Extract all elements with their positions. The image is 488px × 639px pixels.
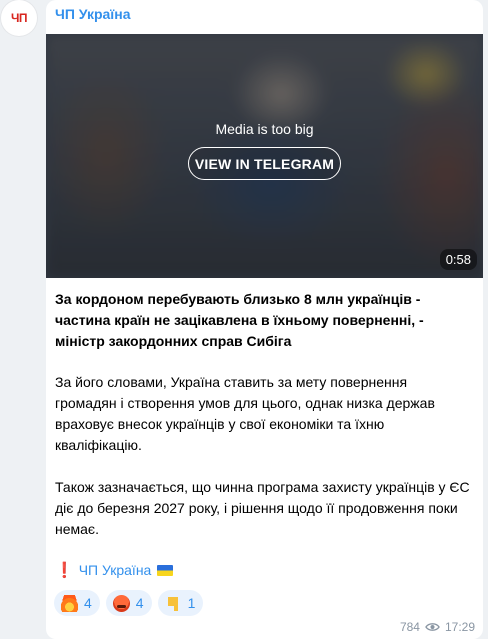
message-meta: 784 17:29 [400, 620, 475, 634]
post-paragraph: Також зазначається, що чинна програма за… [55, 479, 470, 537]
message-time: 17:29 [444, 620, 475, 634]
angry-face-emoji-icon [112, 594, 130, 612]
fire-emoji-icon [61, 594, 78, 612]
post-signature: ❗ ЧП Україна [55, 561, 174, 579]
reaction-count: 4 [135, 595, 144, 611]
thumbs-down-emoji-icon [164, 594, 182, 612]
reaction-fire[interactable]: 4 [54, 590, 100, 616]
media-too-big-notice: Media is too big [215, 121, 314, 137]
reactions-bar: 4 4 1 [54, 590, 204, 616]
ukraine-flag-icon [157, 564, 174, 576]
reaction-thumbs-down[interactable]: 1 [157, 590, 204, 616]
video-duration: 0:58 [439, 249, 477, 270]
post-headline: За кордоном перебувають близько 8 млн ук… [55, 291, 424, 349]
channel-name[interactable]: ЧП Україна [55, 6, 131, 22]
channel-avatar[interactable]: ЧП [1, 0, 37, 36]
reaction-count: 4 [84, 595, 92, 611]
reaction-count: 1 [187, 595, 196, 611]
exclamation-icon: ❗ [55, 562, 74, 579]
signature-link[interactable]: ЧП Україна [79, 562, 152, 578]
message-card: ЧП Україна Media is too big VIEW IN TELE… [46, 0, 483, 639]
eye-icon [425, 623, 440, 631]
view-count: 784 [399, 620, 420, 634]
view-in-telegram-button[interactable]: VIEW IN TELEGRAM [188, 147, 341, 180]
reaction-angry[interactable]: 4 [105, 590, 152, 616]
media-preview[interactable]: Media is too big VIEW IN TELEGRAM 0:58 [46, 34, 483, 278]
avatar-text: ЧП [10, 11, 28, 25]
post-paragraph: За його словами, Україна ставить за мету… [55, 374, 435, 453]
